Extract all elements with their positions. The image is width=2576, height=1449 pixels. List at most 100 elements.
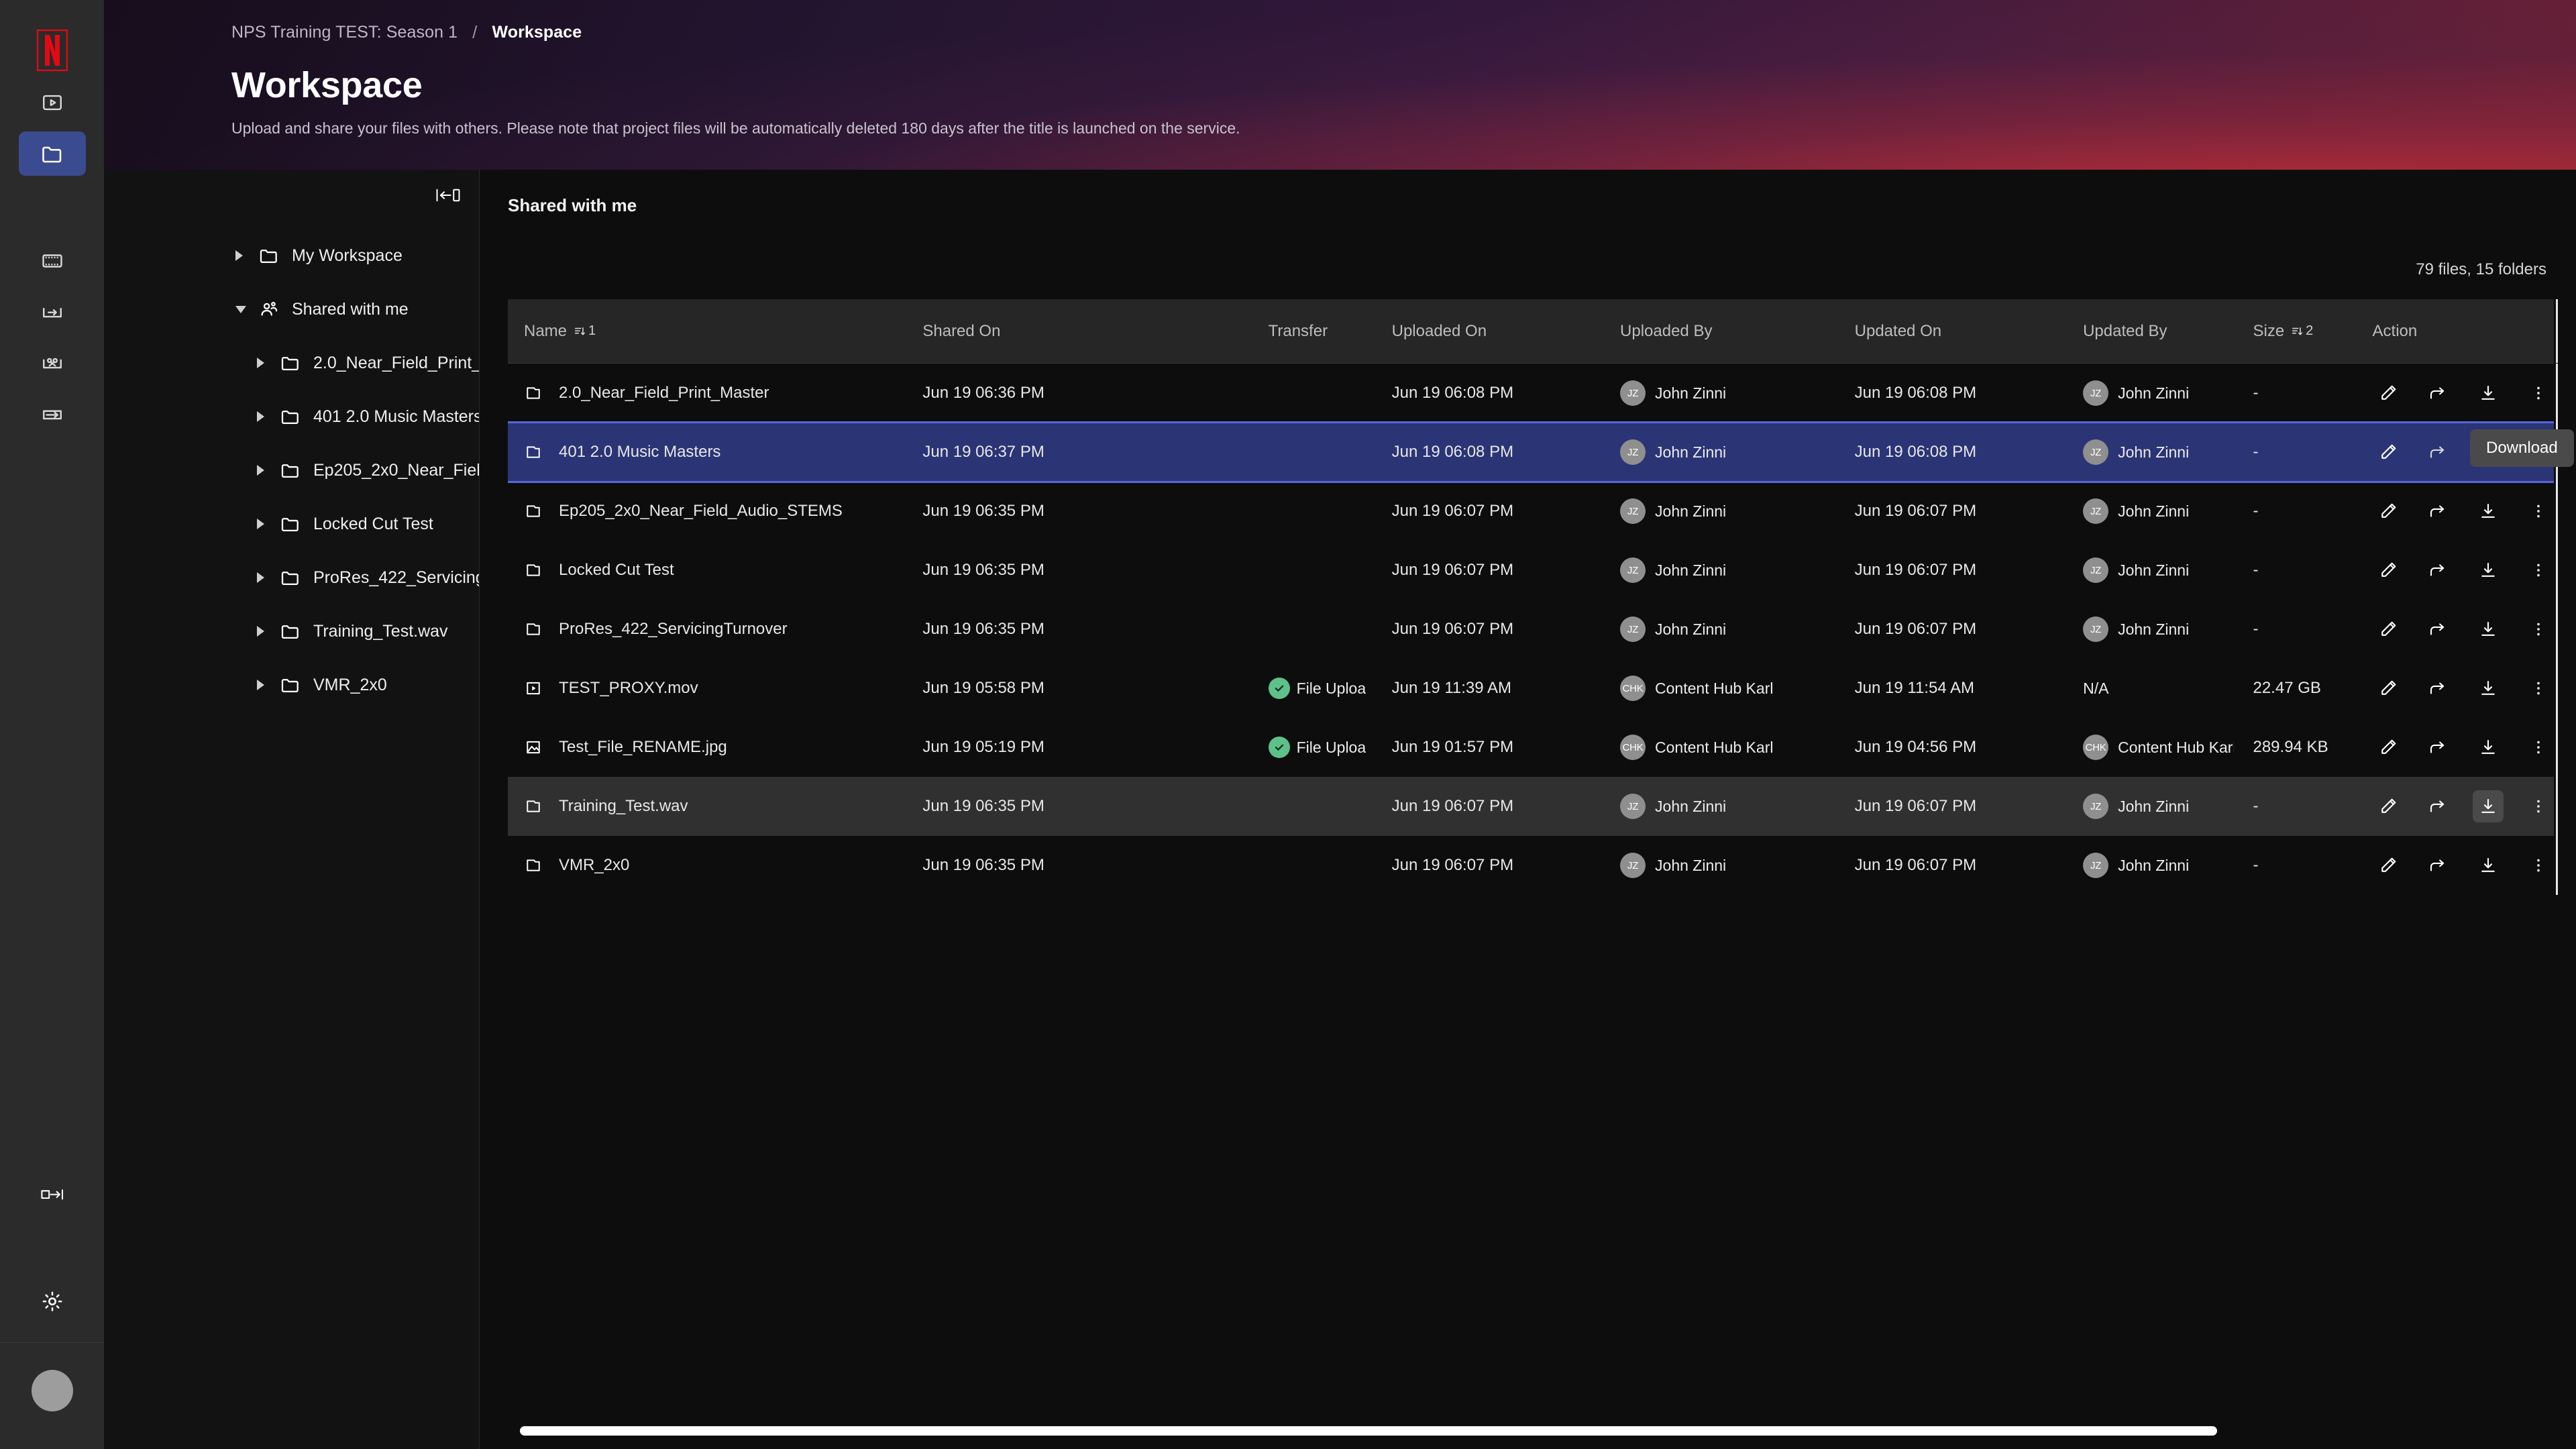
more-button[interactable]: [2522, 849, 2554, 881]
share-button[interactable]: [2422, 731, 2454, 763]
chevron-right-icon[interactable]: [257, 358, 280, 368]
more-button[interactable]: [2522, 790, 2554, 822]
rail-item-timeline[interactable]: [19, 239, 86, 283]
table-row[interactable]: Test_File_RENAME.jpg Jun 19 05:19 PM Fil…: [508, 718, 2554, 777]
rail-item-player[interactable]: [19, 80, 86, 125]
people-shared-icon: [258, 299, 292, 320]
download-button[interactable]: [2472, 790, 2504, 822]
table-row[interactable]: TEST_PROXY.mov Jun 19 05:58 PM File Uplo…: [508, 659, 2554, 718]
netflix-logo[interactable]: [34, 27, 71, 74]
cell-transfer: File Uploa: [1268, 737, 1392, 758]
download-button[interactable]: [2473, 495, 2504, 527]
sort-indicator-name[interactable]: 1: [574, 323, 596, 339]
tree-item-my-workspace[interactable]: My Workspace: [104, 229, 479, 282]
chevron-right-icon[interactable]: [257, 680, 280, 690]
download-button[interactable]: [2473, 672, 2504, 704]
more-button[interactable]: [2522, 554, 2554, 586]
chevron-right-icon[interactable]: [257, 626, 280, 637]
share-button[interactable]: [2422, 436, 2454, 468]
more-button[interactable]: [2522, 731, 2554, 763]
tree-item-label: ProRes_422_ServicingTur...: [313, 568, 479, 587]
column-header-shared-on[interactable]: Shared On: [922, 322, 1268, 341]
tree-item-2-0-near-field-print-master[interactable]: 2.0_Near_Field_Print_Mas...: [104, 336, 479, 390]
rename-button[interactable]: [2373, 849, 2404, 881]
table-row[interactable]: Training_Test.wav Jun 19 06:35 PM Jun 19…: [508, 777, 2554, 836]
tree-item-ep205-2x0-near-field-audio[interactable]: Ep205_2x0_Near_Field_A...: [104, 443, 479, 497]
folder-icon: [524, 384, 544, 402]
horizontal-scrollbar[interactable]: [520, 1426, 2217, 1436]
share-button[interactable]: [2422, 554, 2454, 586]
rename-button[interactable]: [2373, 554, 2404, 586]
folder-icon: [258, 245, 292, 266]
chevron-right-icon[interactable]: [257, 411, 280, 422]
column-header-updated-on[interactable]: Updated On: [1855, 322, 2083, 341]
column-header-transfer[interactable]: Transfer: [1269, 322, 1392, 341]
share-button[interactable]: [2422, 849, 2454, 881]
more-button[interactable]: [2522, 613, 2554, 645]
chevron-right-icon[interactable]: [235, 250, 258, 261]
download-button[interactable]: [2473, 554, 2504, 586]
download-button[interactable]: [2473, 849, 2504, 881]
chevron-right-icon[interactable]: [257, 465, 280, 476]
rename-button[interactable]: [2373, 672, 2404, 704]
tree-item-training-test-wav[interactable]: Training_Test.wav: [104, 604, 479, 658]
cell-uploaded-on: Jun 19 01:57 PM: [1391, 738, 1514, 756]
file-count-row: 79 files, 15 folders: [480, 216, 2576, 279]
rename-button[interactable]: [2373, 436, 2404, 468]
rail-item-settings[interactable]: [19, 1279, 86, 1324]
rename-button[interactable]: [2373, 613, 2404, 645]
chevron-right-icon[interactable]: [257, 519, 280, 529]
tree-item-vmr-2x0[interactable]: VMR_2x0: [104, 658, 479, 712]
chevron-right-icon[interactable]: [257, 572, 280, 583]
share-button[interactable]: [2422, 790, 2454, 822]
share-button[interactable]: [2422, 377, 2454, 409]
rename-button[interactable]: [2373, 495, 2404, 527]
user-name: John Zinni: [1655, 620, 1727, 638]
more-button[interactable]: [2522, 495, 2554, 527]
column-header-updated-by[interactable]: Updated By: [2083, 322, 2234, 341]
table-row[interactable]: ProRes_422_ServicingTurnover Jun 19 06:3…: [508, 600, 2554, 659]
table-row[interactable]: Locked Cut Test Jun 19 06:35 PM Jun 19 0…: [508, 541, 2554, 600]
share-button[interactable]: [2422, 495, 2454, 527]
rail-item-collapse[interactable]: [19, 1172, 86, 1216]
rail-item-export[interactable]: [19, 392, 86, 436]
download-button[interactable]: [2473, 613, 2504, 645]
rename-button[interactable]: [2373, 731, 2404, 763]
table-row[interactable]: 401 2.0 Music Masters Jun 19 06:37 PM Ju…: [508, 421, 2554, 483]
chevron-down-icon[interactable]: [235, 305, 258, 313]
download-button[interactable]: [2473, 731, 2504, 763]
share-button[interactable]: [2422, 672, 2454, 704]
breadcrumb-parent[interactable]: NPS Training TEST: Season 1: [231, 23, 458, 42]
table-row[interactable]: Ep205_2x0_Near_Field_Audio_STEMS Jun 19 …: [508, 482, 2554, 541]
folder-icon: [280, 621, 313, 642]
tree-item-locked-cut-test[interactable]: Locked Cut Test: [104, 497, 479, 551]
avatar[interactable]: [31, 1370, 73, 1411]
column-header-name[interactable]: Name 1: [508, 322, 922, 341]
tree-item-401-2-0-music-masters[interactable]: 401 2.0 Music Masters: [104, 390, 479, 443]
rail-item-edit-cut[interactable]: [19, 341, 86, 385]
download-button[interactable]: [2473, 377, 2504, 409]
user-name: John Zinni: [1655, 384, 1727, 402]
rename-button[interactable]: [2373, 377, 2404, 409]
column-freeze-divider[interactable]: [2556, 299, 2558, 363]
sidebar-collapse-button[interactable]: [429, 179, 467, 211]
sort-indicator-size[interactable]: 2: [2291, 323, 2313, 339]
column-header-uploaded-on[interactable]: Uploaded On: [1392, 322, 1620, 341]
column-header-size[interactable]: Size 2: [2234, 322, 2368, 341]
cell-shared-on: Jun 19 05:19 PM: [922, 738, 1044, 756]
tree-item-prores-422-servicing-turnover[interactable]: ProRes_422_ServicingTur...: [104, 551, 479, 604]
column-header-uploaded-by[interactable]: Uploaded By: [1620, 322, 1855, 341]
rename-button[interactable]: [2373, 790, 2404, 822]
page-title: Workspace: [231, 65, 423, 105]
tree-item-shared-with-me[interactable]: Shared with me: [104, 282, 479, 336]
table-row[interactable]: 2.0_Near_Field_Print_Master Jun 19 06:36…: [508, 364, 2554, 423]
rail-item-workspace[interactable]: [18, 131, 86, 176]
share-button[interactable]: [2422, 613, 2454, 645]
cell-uploaded-by: JZ John Zinni: [1620, 853, 1855, 878]
rail-item-transfer[interactable]: [19, 290, 86, 334]
folder-icon: [524, 856, 544, 875]
tree-item-label: Locked Cut Test: [313, 514, 433, 533]
table-row[interactable]: VMR_2x0 Jun 19 06:35 PM Jun 19 06:07 PM …: [508, 836, 2554, 895]
more-button[interactable]: [2522, 377, 2554, 409]
more-button[interactable]: [2522, 672, 2554, 704]
